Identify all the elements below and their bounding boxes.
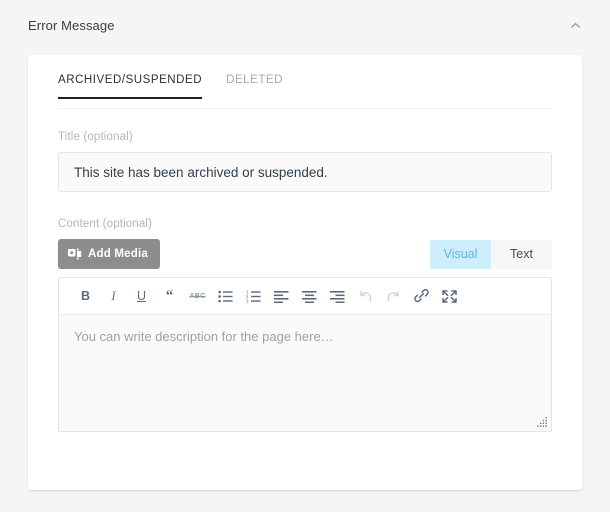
tab-archived-suspended[interactable]: ARCHIVED/SUSPENDED (58, 68, 203, 99)
panel-header: Error Message (0, 0, 610, 50)
redo-icon[interactable] (381, 284, 406, 308)
undo-icon[interactable] (353, 284, 378, 308)
media-icon (68, 248, 82, 259)
rich-text-editor: B I U “ ABC 1 2 3 You can write descript… (58, 277, 552, 432)
editor-mode-switch: Visual Text (430, 239, 552, 269)
title-input[interactable] (58, 152, 552, 192)
editor-toolbar: B I U “ ABC 1 2 3 (59, 278, 551, 315)
insert-link-icon[interactable] (409, 284, 434, 308)
add-media-label: Add Media (88, 248, 148, 260)
fullscreen-icon[interactable] (437, 284, 462, 308)
collapse-panel-button[interactable] (562, 12, 588, 38)
title-field-label: Title (optional) (58, 131, 133, 143)
blockquote-glyph: “ (165, 287, 174, 304)
strikethrough-icon[interactable]: ABC (185, 284, 210, 308)
underline-glyph: U (136, 288, 147, 303)
editor-mode-text[interactable]: Text (491, 239, 552, 269)
bold-glyph: B (80, 288, 91, 303)
add-media-button[interactable]: Add Media (58, 239, 160, 269)
title-field-group: Title (optional) (58, 131, 552, 192)
editor-mode-label: Visual (443, 247, 478, 261)
tab-panel-archived-suspended: Title (optional) Content (optional) Add … (58, 131, 552, 432)
content-field-group: Content (optional) Add Media Visual Text… (58, 218, 552, 432)
tab-label: DELETED (226, 74, 283, 86)
align-right-icon[interactable] (325, 284, 350, 308)
italic-icon[interactable]: I (101, 284, 126, 308)
bulleted-list-icon[interactable] (213, 284, 238, 308)
strikethrough-glyph: ABC (189, 292, 206, 300)
editor-placeholder-text: You can write description for the page h… (74, 329, 334, 344)
italic-glyph: I (111, 288, 116, 303)
editor-resize-handle[interactable] (537, 417, 548, 428)
svg-text:3: 3 (246, 298, 249, 302)
chevron-up-icon (570, 22, 580, 28)
bold-icon[interactable]: B (73, 284, 98, 308)
editor-mode-visual[interactable]: Visual (430, 239, 491, 269)
editor-controls-row: Add Media Visual Text (58, 239, 552, 269)
content-field-label: Content (optional) (58, 218, 153, 230)
align-center-icon[interactable] (297, 284, 322, 308)
settings-card: ARCHIVED/SUSPENDED DELETED Title (option… (28, 55, 582, 490)
editor-mode-label: Text (510, 247, 533, 261)
align-left-icon[interactable] (269, 284, 294, 308)
tab-deleted[interactable]: DELETED (226, 68, 283, 98)
underline-icon[interactable]: U (129, 284, 154, 308)
editor-content-area[interactable]: You can write description for the page h… (59, 315, 551, 358)
tab-label: ARCHIVED/SUSPENDED (58, 74, 203, 86)
page-title: Error Message (28, 17, 115, 33)
numbered-list-icon[interactable]: 1 2 3 (241, 284, 266, 308)
blockquote-icon[interactable]: “ (157, 284, 182, 308)
tab-bar: ARCHIVED/SUSPENDED DELETED (58, 68, 552, 109)
